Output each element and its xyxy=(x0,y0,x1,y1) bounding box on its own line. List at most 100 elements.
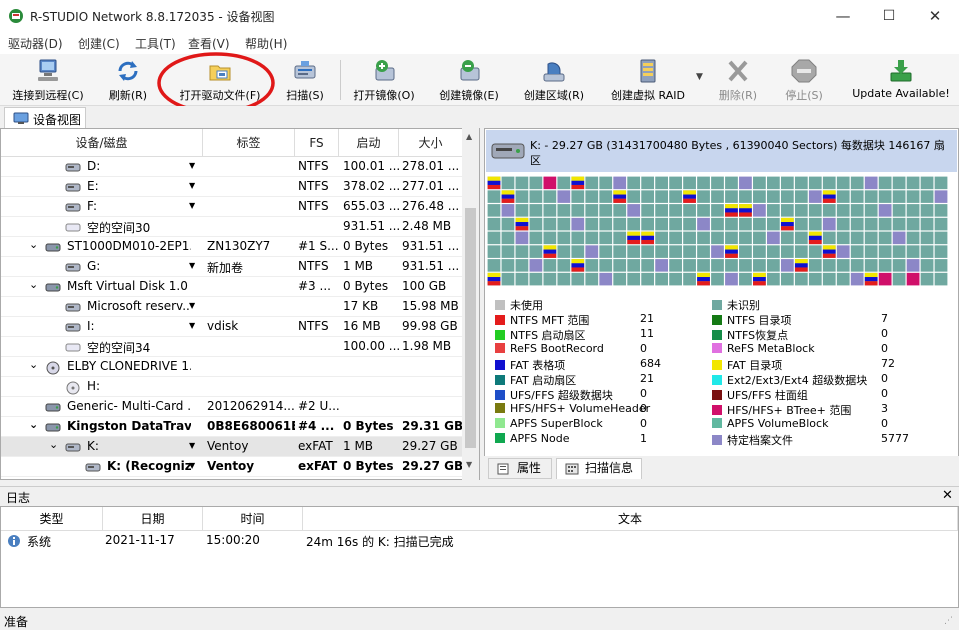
expand-toggle-icon[interactable]: ⌄ xyxy=(29,238,38,251)
tree-row[interactable]: K: (Recogniz... Ventoy exFAT 0 Bytes 29.27 G… xyxy=(1,457,463,477)
map-block xyxy=(571,204,585,217)
tree-row[interactable]: ⌄ K: Ventoy exFAT 1 MB 29.27 GB ▼ xyxy=(1,437,463,457)
tree-row[interactable]: ⌄ ELBY CLONEDRIVE 1.4 xyxy=(1,357,463,377)
expand-toggle-icon[interactable]: ⌄ xyxy=(29,278,38,291)
map-block-marker xyxy=(864,272,878,278)
map-block xyxy=(934,231,948,245)
legend-swatch xyxy=(495,375,505,385)
row-dropdown-icon[interactable]: ▼ xyxy=(189,201,195,210)
delete-button[interactable]: 删除(R) xyxy=(710,56,766,104)
row-dropdown-icon[interactable]: ▼ xyxy=(189,161,195,170)
map-block-marker xyxy=(780,222,794,227)
map-block xyxy=(753,217,766,231)
col-size[interactable]: 大小 xyxy=(399,129,463,157)
tree-row[interactable]: 空的空间34 100.00 ... 1.98 MB xyxy=(1,337,463,357)
map-block-marker xyxy=(725,208,738,213)
tree-scrollbar[interactable]: ▲ ▼ xyxy=(462,128,479,480)
tab-device-view[interactable]: 设备视图 xyxy=(4,107,86,128)
map-block-marker xyxy=(725,204,738,209)
legend-swatch xyxy=(495,418,505,428)
create-virtual-raid-button[interactable]: 创建虚拟 RAID xyxy=(602,56,694,104)
map-block xyxy=(808,204,822,217)
tab-scan-info[interactable]: 扫描信息 xyxy=(556,458,642,479)
map-block xyxy=(669,204,682,217)
map-block xyxy=(794,272,808,286)
map-block xyxy=(515,259,529,272)
legend-item: FAT 表格项 xyxy=(495,357,565,373)
map-block xyxy=(669,231,682,245)
tree-row[interactable]: H: xyxy=(1,377,463,397)
legend-swatch xyxy=(495,330,505,340)
resize-grip-icon[interactable]: ⋰ xyxy=(944,616,953,626)
cell-fs: exFAT xyxy=(298,459,338,473)
tree-row[interactable]: ⌄ Msft Virtual Disk 1.0 #3 ... 0 Bytes 100 G… xyxy=(1,277,463,297)
tree-row[interactable]: 空的空间30 931.51 ... 2.48 MB xyxy=(1,217,463,237)
cell-start: 17 KB xyxy=(343,299,379,313)
minimize-button[interactable]: — xyxy=(820,0,866,32)
legend-count: 0 xyxy=(881,372,888,385)
row-dropdown-icon[interactable]: ▼ xyxy=(189,181,195,190)
scroll-up-icon[interactable]: ▲ xyxy=(466,132,472,141)
cell-fs: NTFS xyxy=(298,159,329,173)
scroll-thumb[interactable] xyxy=(465,208,476,448)
stop-button[interactable]: 停止(S) xyxy=(776,56,832,104)
map-block xyxy=(487,231,501,245)
map-block xyxy=(836,245,850,258)
create-image-button[interactable]: 创建镜像(E) xyxy=(432,56,506,104)
tree-row[interactable]: G: 新加卷 NTFS 1 MB 931.51 ... ▼ xyxy=(1,257,463,277)
map-block xyxy=(697,204,710,217)
tab-properties[interactable]: 属性 xyxy=(488,458,552,479)
map-block xyxy=(920,245,934,258)
tree-row[interactable]: Microsoft reserv... 17 KB 15.98 MB ▼ xyxy=(1,297,463,317)
map-block-marker xyxy=(571,263,585,268)
row-dropdown-icon[interactable]: ▼ xyxy=(189,441,195,450)
map-block xyxy=(515,231,529,245)
tree-row[interactable]: ⌄ Kingston DataTrav... 0B8E680061E7#4 ... 0… xyxy=(1,417,463,437)
log-col-type[interactable]: 类型 xyxy=(1,507,103,531)
log-col-date[interactable]: 日期 xyxy=(103,507,203,531)
update-available-button[interactable]: Update Available! xyxy=(846,56,956,104)
cell-start: 0 Bytes xyxy=(343,239,389,253)
map-block-marker xyxy=(753,281,766,286)
close-button[interactable]: ✕ xyxy=(912,0,958,32)
tree-row[interactable]: Generic- Multi-Card ... 2012062914... #2 U… xyxy=(1,397,463,417)
map-block xyxy=(641,272,655,286)
log-col-text[interactable]: 文本 xyxy=(303,507,958,531)
tree-row[interactable]: I: vdisk NTFS 16 MB 99.98 GB ▼ xyxy=(1,317,463,337)
col-fs[interactable]: FS xyxy=(295,129,339,157)
open-image-button[interactable]: 打开镜像(O) xyxy=(348,56,420,104)
legend-count: 684 xyxy=(640,357,661,370)
raid-dropdown-arrow-icon[interactable]: ▼ xyxy=(696,72,703,82)
row-dropdown-icon[interactable]: ▼ xyxy=(189,301,195,310)
map-block xyxy=(850,176,864,190)
cell-name: 空的空间34 xyxy=(87,341,151,355)
col-label[interactable]: 标签 xyxy=(203,129,295,157)
expand-toggle-icon[interactable]: ⌄ xyxy=(29,418,38,431)
map-block xyxy=(794,204,808,217)
cell-label: 新加卷 xyxy=(207,261,244,275)
map-block xyxy=(906,217,920,231)
scroll-down-icon[interactable]: ▼ xyxy=(466,460,472,469)
log-close-button[interactable]: ✕ xyxy=(942,488,953,503)
tree-row[interactable]: E: NTFS 378.02 ... 277.01 ... ▼ xyxy=(1,177,463,197)
tree-row[interactable]: F: NTFS 655.03 ... 276.48 ... ▼ xyxy=(1,197,463,217)
map-block xyxy=(864,259,878,272)
log-title: 日志 xyxy=(6,491,31,505)
maximize-button[interactable]: ☐ xyxy=(866,0,912,32)
cell-name: E: xyxy=(87,179,99,193)
device-view-icon xyxy=(13,112,29,124)
expand-toggle-icon[interactable]: ⌄ xyxy=(49,438,58,451)
cell-size: 29.27 GB xyxy=(402,459,462,473)
tree-row[interactable]: ⌄ ST1000DM010-2EP1... ZN130ZY7 #1 S... 0 Byt… xyxy=(1,237,463,257)
map-block xyxy=(697,259,710,272)
row-dropdown-icon[interactable]: ▼ xyxy=(189,461,195,470)
row-dropdown-icon[interactable]: ▼ xyxy=(189,321,195,330)
map-block xyxy=(683,176,696,190)
row-dropdown-icon[interactable]: ▼ xyxy=(189,261,195,270)
col-start[interactable]: 启动 xyxy=(339,129,399,157)
tree-row[interactable]: D: NTFS 100.01 ... 278.01 ... ▼ xyxy=(1,157,463,177)
create-region-button[interactable]: 创建区域(R) xyxy=(518,56,590,104)
expand-toggle-icon[interactable]: ⌄ xyxy=(29,358,38,371)
map-block xyxy=(571,231,585,245)
log-col-time[interactable]: 时间 xyxy=(203,507,303,531)
